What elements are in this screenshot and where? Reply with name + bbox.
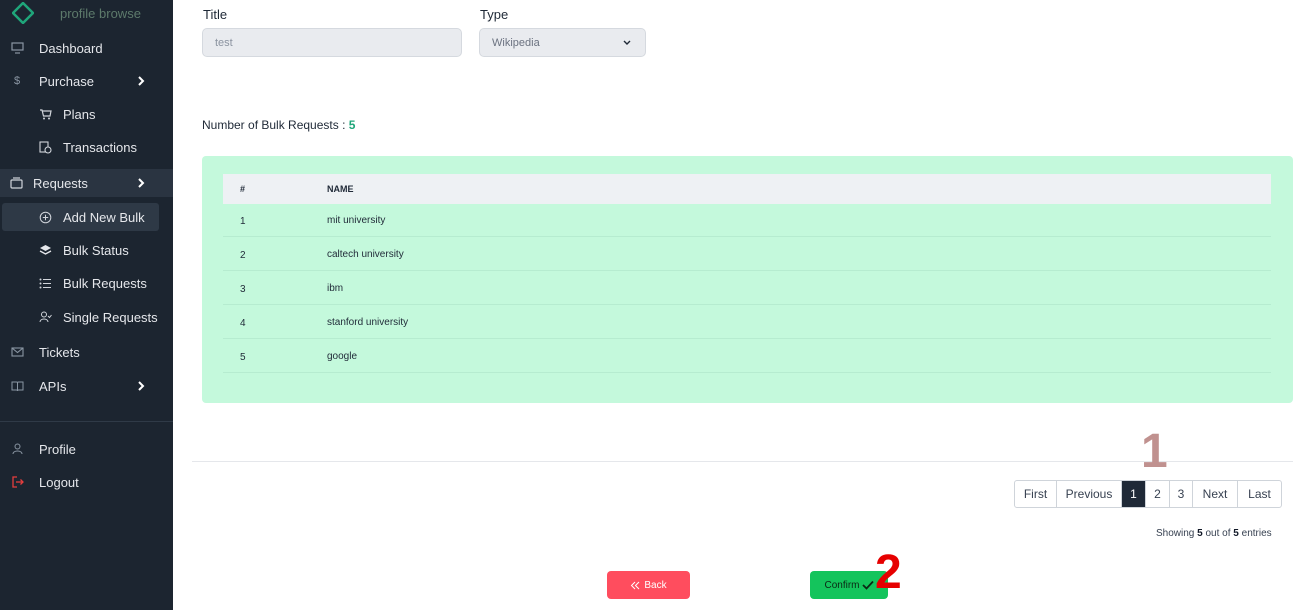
sidebar-item-add-new-bulk[interactable]: Add New Bulk [2, 203, 159, 231]
sidebar-item-label: Logout [39, 474, 79, 490]
entries-shown: 5 [1197, 528, 1203, 539]
row-index: 1 [240, 216, 246, 227]
back-button[interactable]: Back [607, 571, 690, 599]
plus-circle-icon [38, 210, 52, 224]
sidebar-item-label: Add New Bulk [63, 209, 145, 225]
sidebar: profile browse Dashboard $ Purchase Plan… [0, 0, 173, 610]
sidebar-item-label: Dashboard [39, 40, 103, 56]
sidebar-item-label: Bulk Requests [63, 275, 147, 291]
cart-icon [38, 107, 52, 121]
type-label: Type [480, 7, 509, 22]
sidebar-item-label: Tickets [39, 344, 80, 360]
dollar-icon: $ [13, 75, 21, 87]
header-name: NAME [327, 184, 354, 194]
user-check-icon [38, 310, 52, 324]
chevron-right-icon [138, 76, 145, 86]
sidebar-item-label: APIs [39, 378, 67, 394]
list-icon [38, 276, 52, 290]
type-select-value: Wikipedia [492, 36, 540, 49]
sidebar-item-bulk-requests[interactable]: Bulk Requests [0, 269, 173, 297]
title-input[interactable] [202, 28, 462, 57]
brand-name: profile browse [60, 6, 141, 21]
mail-icon [10, 345, 24, 359]
sidebar-item-purchase[interactable]: $ Purchase [0, 67, 173, 95]
sidebar-item-dashboard[interactable]: Dashboard [0, 34, 173, 62]
bulk-table-card: # NAME 1 mit university 2 caltech univer… [202, 156, 1293, 403]
chevron-right-icon [138, 178, 145, 188]
sidebar-item-requests[interactable]: Requests [0, 169, 173, 197]
sidebar-item-label: Purchase [39, 73, 94, 89]
confirm-button-label: Confirm [824, 579, 860, 591]
entries-prefix: Showing [1156, 528, 1195, 539]
user-icon [10, 442, 24, 456]
row-index: 3 [240, 284, 246, 295]
entries-summary: Showing 5 out of 5 entries [1156, 528, 1272, 539]
sidebar-item-label: Plans [63, 106, 96, 122]
page-previous-button[interactable]: Previous [1057, 481, 1122, 507]
row-index: 2 [240, 250, 246, 261]
row-name: caltech university [327, 249, 404, 260]
header-index: # [240, 184, 246, 194]
chevron-down-icon [623, 40, 631, 45]
row-name: stanford university [327, 317, 409, 328]
page-last-button[interactable]: Last [1238, 481, 1281, 507]
layers-icon [38, 243, 52, 257]
sidebar-divider [0, 421, 173, 422]
book-icon [10, 379, 24, 393]
sidebar-item-tickets[interactable]: Tickets [0, 338, 173, 366]
sidebar-item-plans[interactable]: Plans [0, 100, 173, 128]
sidebar-item-logout[interactable]: Logout [0, 468, 173, 496]
title-label: Title [203, 7, 228, 22]
bulk-count-value: 5 [348, 118, 356, 132]
table-row: 3 ibm [223, 272, 1271, 305]
entries-middle: out of [1205, 528, 1231, 539]
bulk-count-label: Number of Bulk Requests : [202, 118, 346, 132]
page-1-button[interactable]: 1 [1122, 481, 1146, 507]
entries-total: 5 [1233, 528, 1239, 539]
chevron-right-icon [138, 381, 145, 391]
sidebar-item-transactions[interactable]: Transactions [0, 133, 173, 161]
brand[interactable]: profile browse [0, 0, 173, 28]
table-row: 2 caltech university [223, 238, 1271, 271]
monitor-icon [10, 41, 24, 55]
page-next-button[interactable]: Next [1193, 481, 1238, 507]
page-3-button[interactable]: 3 [1170, 481, 1193, 507]
row-index: 5 [240, 352, 246, 363]
folder-icon [9, 176, 23, 190]
sidebar-item-apis[interactable]: APIs [0, 372, 173, 400]
sidebar-item-label: Requests [33, 175, 88, 191]
check-icon [861, 580, 874, 590]
annotation-marker-2: 2 [875, 546, 902, 599]
double-chevron-left-icon [631, 581, 640, 589]
sidebar-item-profile[interactable]: Profile [0, 435, 173, 463]
entries-suffix: entries [1241, 528, 1272, 539]
annotation-marker-1: 1 [1141, 425, 1168, 478]
row-index: 4 [240, 318, 246, 329]
page-2-button[interactable]: 2 [1146, 481, 1170, 507]
sidebar-item-label: Profile [39, 441, 76, 457]
diamond-logo-icon [12, 2, 34, 24]
sidebar-item-label: Transactions [63, 139, 137, 155]
content-divider [192, 461, 1293, 462]
row-name: mit university [327, 215, 386, 226]
pagination: First Previous 1 2 3 Next Last [1014, 480, 1282, 508]
logout-icon [10, 475, 24, 489]
row-name: ibm [327, 283, 344, 294]
bulk-requests-count: Number of Bulk Requests : 5 [202, 118, 355, 132]
sidebar-item-label: Bulk Status [63, 242, 129, 258]
row-name: google [327, 351, 358, 362]
sidebar-item-single-requests[interactable]: Single Requests [0, 303, 173, 331]
table-row: 1 mit university [223, 204, 1271, 237]
sidebar-item-label: Single Requests [63, 309, 158, 325]
type-select[interactable]: Wikipedia [479, 28, 646, 57]
page-first-button[interactable]: First [1015, 481, 1057, 507]
table-row: 4 stanford university [223, 306, 1271, 339]
receipt-icon [38, 140, 52, 154]
sidebar-item-bulk-status[interactable]: Bulk Status [0, 236, 173, 264]
table-header: # NAME [223, 174, 1271, 204]
table-row: 5 google [223, 340, 1271, 373]
back-button-label: Back [644, 579, 667, 591]
